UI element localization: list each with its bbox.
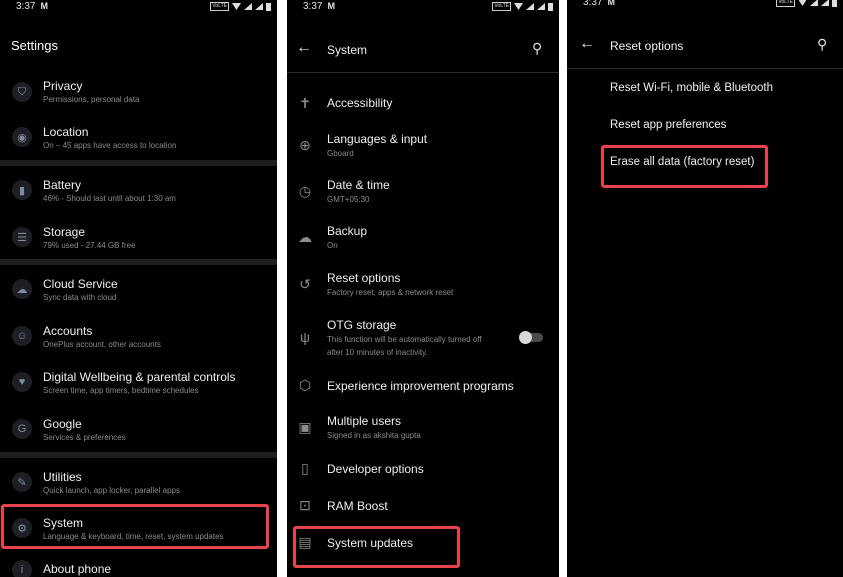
settings-item-utilities[interactable]: ✎ Utilities Quick launch, app locker, pa… [0, 467, 277, 503]
system-item-otg-storage[interactable]: ψ OTG storage This function will be auto… [287, 315, 559, 359]
wifi-icon [514, 3, 523, 10]
toggle-knob [519, 331, 532, 344]
status-bar: 3:37 M VoLTE [287, 0, 559, 14]
settings-item-battery[interactable]: ▮ Battery 46% - Should last until about … [0, 175, 277, 211]
status-time: 3:37 M [303, 1, 335, 12]
otg-toggle[interactable] [519, 331, 543, 344]
section-divider [0, 259, 277, 265]
page-title: System [327, 43, 368, 57]
reset-app-preferences[interactable]: Reset app preferences [610, 119, 726, 131]
signal-icon [255, 3, 263, 10]
users-icon: ▣ [298, 418, 312, 435]
back-arrow-icon[interactable]: ← [579, 35, 595, 53]
signal-icon [244, 3, 252, 10]
signal-icon [821, 0, 829, 6]
history-icon: ↺ [299, 275, 311, 292]
section-divider [0, 452, 277, 458]
settings-item-location[interactable]: ◉ Location On – 45 apps have access to l… [0, 122, 277, 158]
reset-wifi-mobile-bluetooth[interactable]: Reset Wi-Fi, mobile & Bluetooth [610, 82, 773, 94]
search-icon[interactable]: ⚲ [532, 40, 542, 57]
system-item-ram-boost[interactable]: ⊡ RAM Boost [287, 495, 559, 517]
globe-icon: ⊕ [299, 136, 311, 153]
highlight-box [1, 504, 269, 549]
status-time: 3:37 M [16, 1, 48, 12]
battery-status-icon [548, 2, 553, 11]
location-pin-icon: ◉ [12, 127, 32, 147]
wifi-icon [232, 3, 241, 10]
shield-icon: ⛉ [12, 82, 32, 102]
info-icon: i [12, 560, 32, 577]
highlight-box [601, 145, 768, 188]
phone-icon: ▯ [301, 459, 309, 476]
status-time: 3:37 M [583, 0, 615, 8]
signal-icon [537, 3, 545, 10]
wifi-icon [798, 0, 807, 6]
battery-status-icon [266, 2, 271, 11]
system-item-accessibility[interactable]: ✝ Accessibility [287, 92, 559, 114]
system-item-developer-options[interactable]: ▯ Developer options [287, 458, 559, 480]
storage-icon: ☰ [12, 227, 32, 247]
settings-item-privacy[interactable]: ⛉ Privacy Permissions, personal data [0, 76, 277, 112]
system-item-reset-options[interactable]: ↺ Reset options Factory reset, apps & ne… [287, 269, 559, 301]
page-title: Reset options [610, 39, 684, 53]
cloud-backup-icon: ☁ [298, 228, 312, 245]
accessibility-icon: ✝ [299, 94, 311, 111]
system-item-multiple-users[interactable]: ▣ Multiple users Signed in as akshita gu… [287, 412, 559, 444]
volte-badge: VoLTE [776, 0, 795, 7]
usb-icon: ψ [300, 329, 310, 345]
settings-item-cloud-service[interactable]: ☁ Cloud Service Sync data with cloud [0, 274, 277, 310]
settings-item-google[interactable]: G Google Services & preferences [0, 414, 277, 450]
google-icon: G [12, 419, 32, 439]
back-arrow-icon[interactable]: ← [296, 39, 312, 57]
system-item-languages[interactable]: ⊕ Languages & input Gboard [287, 130, 559, 162]
signal-icon [810, 0, 818, 6]
wellbeing-icon: ♥ [12, 372, 32, 392]
settings-screen: 3:37 M VoLTE Settings ⛉ Privacy Permissio… [0, 0, 277, 577]
search-icon[interactable]: ⚲ [817, 36, 827, 53]
battery-icon: ▮ [12, 180, 32, 200]
system-item-backup[interactable]: ☁ Backup On [287, 222, 559, 254]
utilities-icon: ✎ [12, 472, 32, 492]
system-item-date-time[interactable]: ◷ Date & time GMT+05:30 [287, 176, 559, 208]
chart-icon: ⬡ [298, 376, 312, 393]
settings-item-digital-wellbeing[interactable]: ♥ Digital Wellbeing & parental controls … [0, 367, 277, 403]
section-divider [0, 160, 277, 166]
status-bar: 3:37 M VoLTE [567, 0, 843, 10]
account-icon: ☺ [12, 326, 32, 346]
ram-icon: ⊡ [299, 496, 311, 513]
highlight-box [293, 526, 460, 568]
signal-icon [526, 3, 534, 10]
appbar-divider [287, 72, 559, 73]
clock-icon: ◷ [298, 182, 312, 199]
settings-item-accounts[interactable]: ☺ Accounts OnePlus account, other accoun… [0, 321, 277, 357]
appbar-divider [567, 68, 843, 69]
system-screen: 3:37 M VoLTE ← System ⚲ ✝ Accessibility ⊕… [287, 0, 559, 577]
battery-status-icon [832, 0, 837, 7]
cloud-icon: ☁ [12, 279, 32, 299]
volte-badge: VoLTE [210, 2, 229, 11]
page-title: Settings [11, 38, 58, 53]
system-item-experience-programs[interactable]: ⬡ Experience improvement programs [287, 375, 559, 397]
status-bar: 3:37 M VoLTE [0, 0, 277, 14]
reset-options-screen: 3:37 M VoLTE ← Reset options ⚲ Reset Wi-F… [567, 0, 843, 577]
volte-badge: VoLTE [492, 2, 511, 11]
settings-item-about-phone[interactable]: i About phone [0, 560, 277, 577]
settings-item-storage[interactable]: ☰ Storage 79% used - 27.44 GB free [0, 222, 277, 258]
